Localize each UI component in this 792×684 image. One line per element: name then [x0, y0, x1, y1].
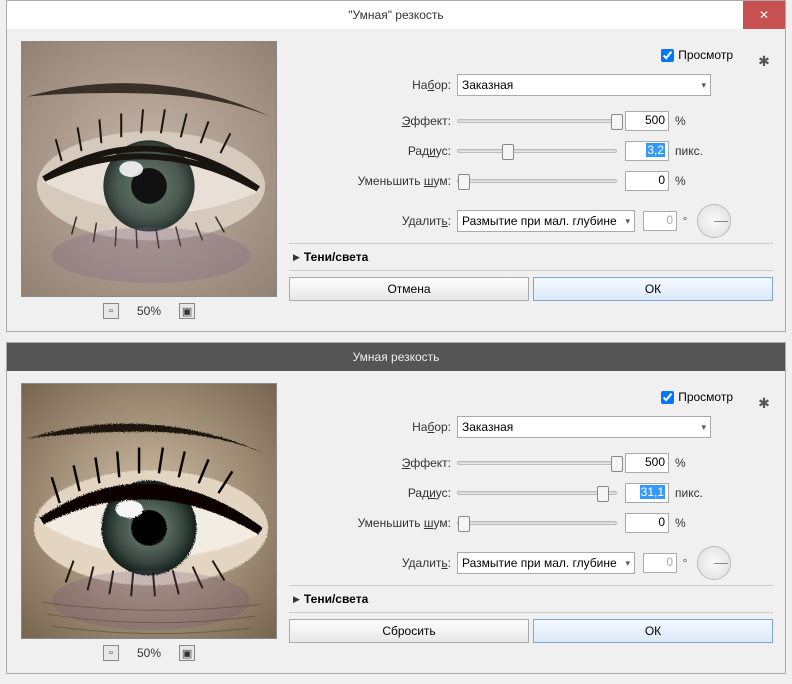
zoom-value: 50%	[137, 646, 161, 660]
preset-value: Заказная	[462, 78, 513, 92]
noise-slider[interactable]	[457, 521, 617, 525]
radius-thumb[interactable]	[502, 144, 514, 160]
ok-button[interactable]: ОК	[533, 619, 773, 643]
zoom-in-button[interactable]: ▣	[179, 645, 195, 661]
zoom-out-button[interactable]: ▫	[103, 303, 119, 319]
preview-column: ▫ 50% ▣	[19, 383, 279, 661]
controls-panel: Просмотр ✱ Набор: Заказная▾ Эффект: 500 …	[289, 41, 773, 319]
shadows-highlights-disclosure[interactable]: ▶ Тени/света	[289, 243, 773, 271]
noise-label: Уменьшить шум:	[289, 174, 457, 188]
zoom-out-button[interactable]: ▫	[103, 645, 119, 661]
titlebar[interactable]: "Умная" резкость ✕	[7, 1, 785, 29]
gear-icon[interactable]: ✱	[755, 394, 773, 412]
cancel-button[interactable]: Отмена	[289, 277, 529, 301]
titlebar[interactable]: Умная резкость	[7, 343, 785, 371]
noise-unit: %	[669, 516, 707, 530]
angle-dial[interactable]	[697, 546, 731, 580]
remove-label: Удалить:	[289, 214, 457, 228]
zoom-controls: ▫ 50% ▣	[103, 645, 195, 661]
amount-slider[interactable]	[457, 461, 617, 465]
preset-label: Набор:	[289, 420, 457, 434]
amount-label: Эффект:	[289, 456, 457, 470]
zoom-value: 50%	[137, 304, 161, 318]
cancel-button[interactable]: Сбросить	[289, 619, 529, 643]
chevron-down-icon: ▾	[625, 216, 630, 227]
radius-slider[interactable]	[457, 149, 617, 153]
chevron-down-icon: ▾	[625, 558, 630, 569]
remove-value: Размытие при мал. глубине	[462, 556, 617, 570]
close-button[interactable]: ✕	[743, 1, 785, 29]
radius-label: Радиус:	[289, 144, 457, 158]
noise-thumb[interactable]	[458, 174, 470, 190]
preview-checkbox[interactable]	[661, 49, 674, 62]
radius-unit: пикс.	[669, 486, 707, 500]
amount-slider[interactable]	[457, 119, 617, 123]
remove-select[interactable]: Размытие при мал. глубине ▾	[457, 552, 635, 574]
preset-label: Набор:	[289, 78, 457, 92]
preview-image[interactable]	[21, 383, 277, 639]
chevron-down-icon: ▾	[701, 422, 706, 433]
dialog-title: "Умная" резкость	[348, 8, 443, 22]
shadows-highlights-disclosure[interactable]: ▶ Тени/света	[289, 585, 773, 613]
radius-field[interactable]: 31,1	[625, 483, 669, 503]
amount-field[interactable]: 500	[625, 111, 669, 131]
preview-column: ▫ 50% ▣	[19, 41, 279, 319]
noise-label: Уменьшить шум:	[289, 516, 457, 530]
dialog-title: Умная резкость	[353, 350, 440, 364]
triangle-right-icon: ▶	[293, 594, 300, 605]
triangle-right-icon: ▶	[293, 252, 300, 263]
degree-symbol: °	[677, 214, 693, 228]
shadows-label: Тени/света	[304, 592, 368, 606]
noise-thumb[interactable]	[458, 516, 470, 532]
radius-field[interactable]: 3,2	[625, 141, 669, 161]
preset-value: Заказная	[462, 420, 513, 434]
noise-unit: %	[669, 174, 707, 188]
noise-field[interactable]: 0	[625, 171, 669, 191]
angle-field: 0	[643, 553, 677, 573]
angle-dial[interactable]	[697, 204, 731, 238]
preview-label: Просмотр	[678, 390, 733, 404]
preset-select[interactable]: Заказная ▾	[457, 416, 711, 438]
remove-value: Размытие при мал. глубине	[462, 214, 617, 228]
amount-thumb[interactable]	[611, 114, 623, 130]
angle-field: 0	[643, 211, 677, 231]
noise-field[interactable]: 0	[625, 513, 669, 533]
remove-select[interactable]: Размытие при мал. глубине ▾	[457, 210, 635, 232]
radius-unit: пикс.	[669, 144, 707, 158]
shadows-label: Тени/света	[304, 250, 368, 264]
close-icon: ✕	[759, 8, 769, 22]
chevron-down-icon: ▾	[701, 80, 706, 91]
amount-label: Эффект:	[289, 114, 457, 128]
degree-symbol: °	[677, 556, 693, 570]
amount-field[interactable]: 500	[625, 453, 669, 473]
preview-label: Просмотр	[678, 48, 733, 62]
amount-unit: %	[669, 114, 707, 128]
smart-sharpen-dialog-1: "Умная" резкость ✕	[6, 0, 786, 332]
preview-checkbox[interactable]	[661, 391, 674, 404]
radius-label: Радиус:	[289, 486, 457, 500]
radius-thumb[interactable]	[597, 486, 609, 502]
radius-slider[interactable]	[457, 491, 617, 495]
amount-thumb[interactable]	[611, 456, 623, 472]
remove-label: Удалить:	[289, 556, 457, 570]
amount-unit: %	[669, 456, 707, 470]
ok-button[interactable]: ОК	[533, 277, 773, 301]
smart-sharpen-dialog-2: Умная резкость	[6, 342, 786, 674]
zoom-controls: ▫ 50% ▣	[103, 303, 195, 319]
preview-image[interactable]	[21, 41, 277, 297]
controls-panel: Просмотр ✱ Набор: Заказная▾ Эффект: 500 …	[289, 383, 773, 661]
zoom-in-button[interactable]: ▣	[179, 303, 195, 319]
preset-select[interactable]: Заказная ▾	[457, 74, 711, 96]
gear-icon[interactable]: ✱	[755, 52, 773, 70]
noise-slider[interactable]	[457, 179, 617, 183]
